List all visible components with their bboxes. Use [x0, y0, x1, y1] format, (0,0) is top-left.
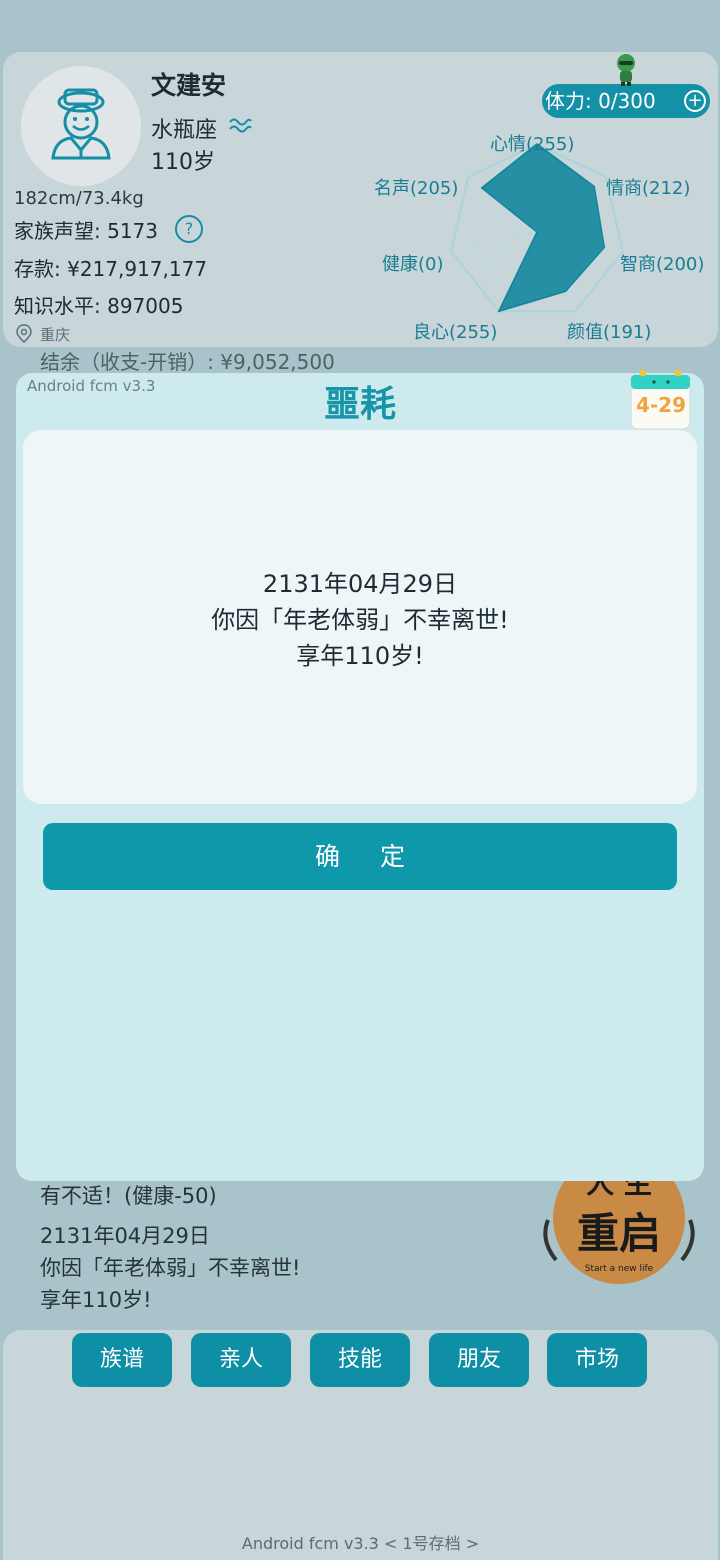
message-cause: 你因「年老体弱」不幸离世!	[211, 606, 509, 634]
zodiac-sign: 水瓶座	[151, 118, 218, 143]
stamina-bar[interactable]: 体力: 0/300 +	[542, 84, 710, 118]
version-footer[interactable]: Android fcm v3.3 < 1号存档 >	[3, 1530, 718, 1554]
restart-badge-subtext: Start a new life	[584, 1264, 654, 1274]
log-line: 享年110岁!	[40, 1288, 152, 1312]
status-area	[0, 0, 720, 60]
calendar-icon[interactable]: 4-29	[628, 365, 694, 431]
stamina-label: 体力: 0/300	[545, 89, 656, 113]
aquarius-icon	[229, 118, 252, 133]
knowledge-level: 知识水平: 897005	[14, 294, 184, 318]
radar-label-conscience: 良心(255)	[413, 322, 498, 343]
height-weight: 182cm/73.4kg	[14, 188, 144, 209]
character-age: 110岁	[151, 150, 215, 175]
radar-label-health: 健康(0)	[382, 254, 444, 275]
confirm-button[interactable]: 确 定	[43, 823, 677, 890]
log-line: 2131年04月29日	[40, 1224, 210, 1248]
death-notice-dialog: Android fcm v3.3 噩耗 4-29 2131年04月29日 你因「…	[16, 369, 704, 1181]
calendar-date: 4-29	[635, 393, 687, 417]
help-icon[interactable]: ?	[175, 215, 203, 243]
family-prestige: 家族声望: 5173	[14, 219, 158, 243]
radar-axis	[451, 231, 538, 253]
radar-label-eq: 情商(212)	[606, 178, 691, 199]
radar-label-mood: 心情(255)	[490, 134, 575, 155]
bottom-panel: 族谱 亲人 技能 朋友 市场 Android fcm v3.3 < 1号存档 >	[3, 1330, 718, 1560]
profile-card: 文建安 水瓶座 110岁 182cm/73.4kg 家族声望: 5173 ? 存…	[3, 52, 718, 347]
location-text: 重庆	[40, 326, 71, 344]
avatar[interactable]	[21, 66, 141, 186]
message-date: 2131年04月29日	[262, 570, 458, 598]
dialog-message-box: 2131年04月29日 你因「年老体弱」不幸离世! 享年110岁!	[23, 430, 697, 804]
radar-label-iq: 智商(200)	[620, 254, 705, 275]
restart-badge-text: 重启	[576, 1209, 661, 1258]
mascot-icon	[617, 54, 635, 86]
nav-friends-button[interactable]: 朋友	[429, 1333, 529, 1387]
balance-text: 结余（收支-开销）: ¥9,052,500	[40, 350, 335, 374]
nav-relatives-button[interactable]: 亲人	[191, 1333, 291, 1387]
radar-data-area	[480, 143, 606, 313]
person-avatar-icon	[51, 88, 111, 160]
location-pin-icon	[16, 324, 32, 343]
attribute-radar: 心情(255) 情商(212) 智商(200) 颜值(191) 良心(255) …	[373, 120, 718, 345]
nav-market-button[interactable]: 市场	[547, 1333, 647, 1387]
character-name: 文建安	[151, 71, 227, 100]
message-age: 享年110岁!	[296, 642, 424, 670]
radar-label-fame: 名声(205)	[374, 178, 459, 199]
add-stamina-icon[interactable]: +	[684, 90, 706, 112]
log-line: 你因「年老体弱」不幸离世!	[40, 1256, 301, 1280]
radar-label-looks: 颜值(191)	[567, 322, 652, 343]
dialog-title: 噩耗	[323, 384, 396, 425]
nav-skills-button[interactable]: 技能	[310, 1333, 410, 1387]
nav-genealogy-button[interactable]: 族谱	[72, 1333, 172, 1387]
savings: 存款: ¥217,917,177	[14, 257, 208, 281]
log-line: 有不适！(健康-50)	[40, 1184, 217, 1208]
